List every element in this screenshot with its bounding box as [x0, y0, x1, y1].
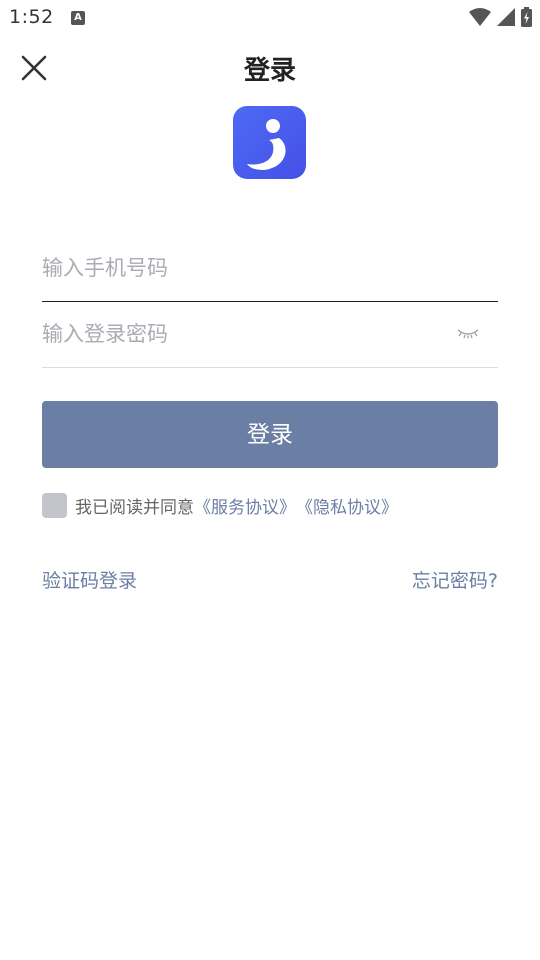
battery-charging-icon — [521, 7, 532, 27]
status-indicators — [469, 7, 532, 27]
top-bar: 登录 — [0, 36, 540, 100]
app-logo-icon — [233, 106, 306, 179]
login-button[interactable]: 登录 — [42, 401, 498, 468]
page-title: 登录 — [243, 56, 296, 86]
wifi-icon — [469, 8, 491, 26]
phone-input[interactable] — [42, 236, 442, 300]
password-field — [42, 302, 498, 368]
agreement-text: 我已阅读并同意 — [75, 497, 194, 518]
agreement-row: 我已阅读并同意 《服务协议》 《隐私协议》 — [42, 492, 398, 518]
password-underline — [42, 367, 498, 368]
status-time: 1:52 — [9, 6, 54, 28]
password-visibility-toggle[interactable] — [456, 326, 480, 342]
agreement-checkbox[interactable] — [42, 492, 67, 518]
service-agreement-link[interactable]: 《服务协议》 — [194, 493, 296, 518]
notification-icon: A — [71, 11, 85, 25]
cellular-signal-icon — [497, 8, 515, 26]
password-input[interactable] — [42, 302, 442, 366]
app-logo — [233, 106, 306, 179]
status-bar: 1:52 A — [0, 0, 540, 36]
forgot-password-link[interactable]: 忘记密码? — [412, 566, 498, 593]
phone-field — [42, 236, 498, 302]
eye-closed-icon — [457, 329, 479, 339]
sms-login-link[interactable]: 验证码登录 — [42, 566, 137, 593]
privacy-agreement-link[interactable]: 《隐私协议》 — [296, 493, 398, 518]
